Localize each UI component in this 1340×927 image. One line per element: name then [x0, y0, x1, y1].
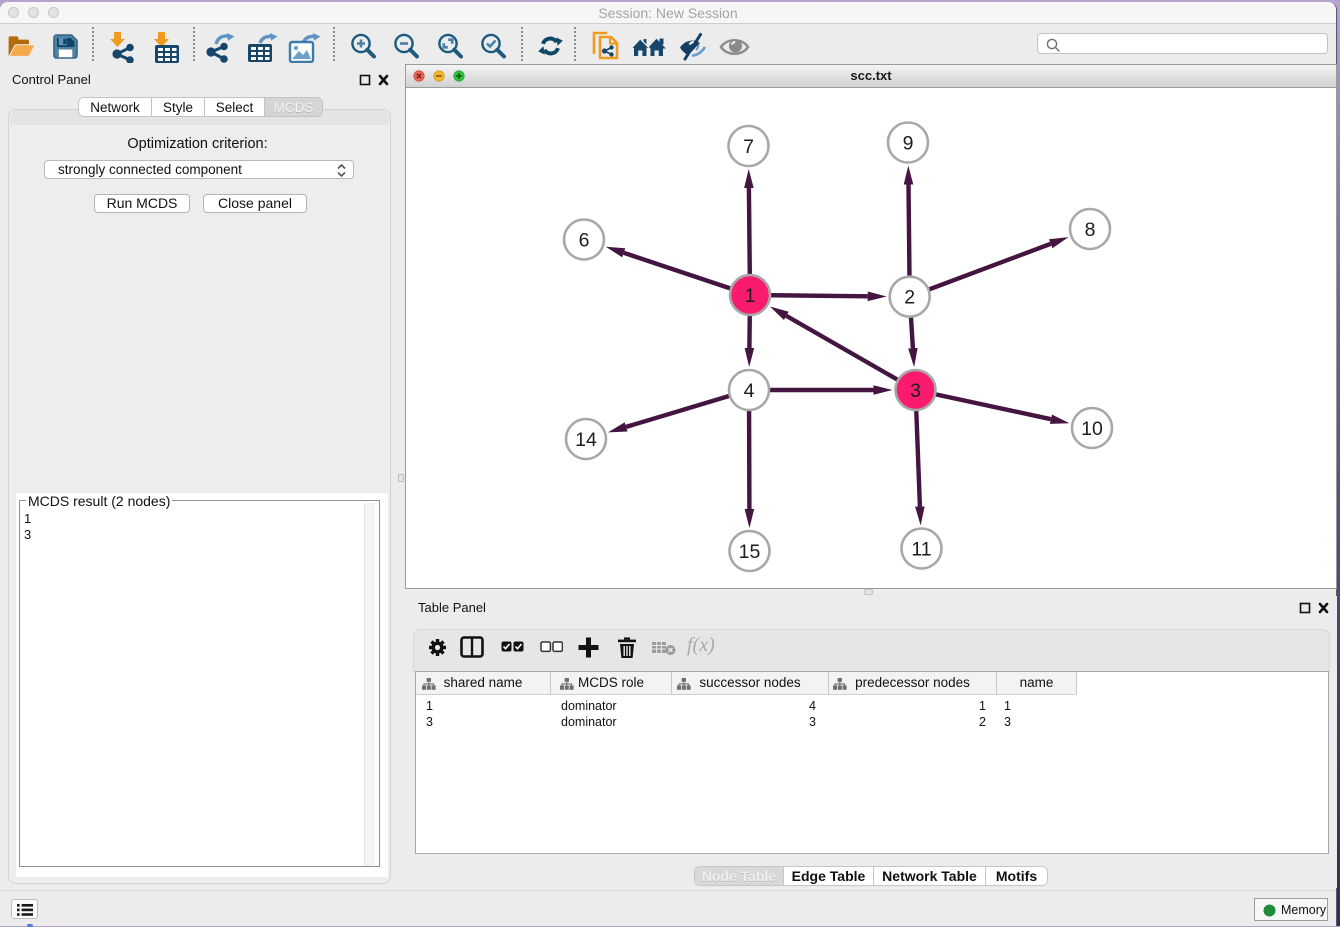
- svg-text:3: 3: [910, 380, 921, 402]
- svg-text:4: 4: [744, 380, 755, 402]
- svg-text:10: 10: [1081, 418, 1103, 440]
- svg-text:15: 15: [739, 541, 761, 563]
- svg-text:6: 6: [579, 229, 590, 251]
- svg-text:2: 2: [904, 287, 915, 309]
- svg-text:8: 8: [1085, 219, 1096, 241]
- svg-text:14: 14: [575, 429, 597, 451]
- svg-text:1: 1: [745, 285, 756, 307]
- svg-text:9: 9: [903, 132, 914, 154]
- svg-text:7: 7: [743, 136, 754, 158]
- svg-text:11: 11: [911, 538, 931, 560]
